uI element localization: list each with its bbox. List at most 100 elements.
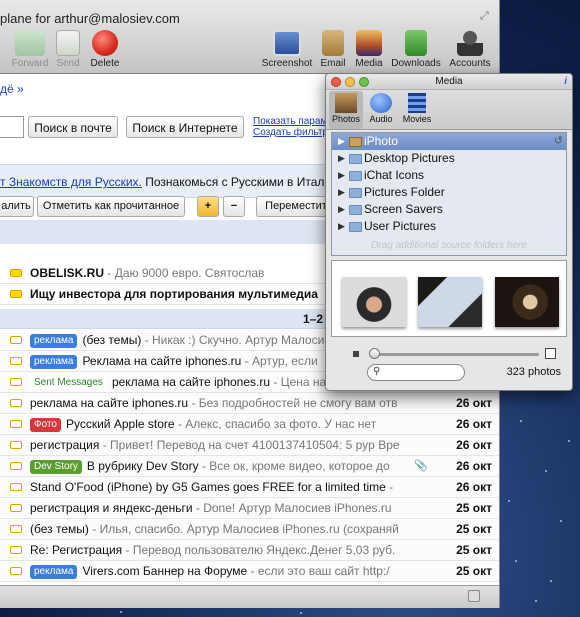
folder-icon	[349, 188, 362, 198]
tag-icon[interactable]	[10, 483, 22, 491]
tag-icon[interactable]	[10, 336, 22, 344]
source-list: ▶ iPhoto ▶ Desktop Pictures ▶ iChat Icons ▶ Pic…	[331, 132, 567, 256]
mark-read-button[interactable]: Отметить как прочитанное	[37, 196, 185, 217]
add-label-button[interactable]: +	[197, 196, 219, 217]
fullscreen-icon[interactable]: ⤢	[480, 10, 492, 22]
show-params-link[interactable]: Показать парам	[253, 116, 327, 127]
email-snippet: - Артур, если	[244, 354, 318, 368]
media-titlebar: Media i	[326, 74, 572, 90]
tag-icon[interactable]	[10, 441, 22, 449]
search-web-button[interactable]: Поиск в Интернете	[126, 116, 244, 138]
tag-icon[interactable]	[10, 290, 22, 298]
tag-icon[interactable]	[10, 525, 22, 533]
email-snippet: - Никак :) Скучно. Артур Малосиев	[144, 333, 338, 347]
remove-label-button[interactable]: −	[223, 196, 245, 217]
tag-icon[interactable]	[10, 269, 22, 277]
accounts-icon	[457, 30, 483, 56]
slider-knob[interactable]	[369, 348, 380, 359]
tag-icon[interactable]	[10, 567, 22, 575]
row-text: Sent Messages реклама на сайте iphones.ru…	[30, 372, 326, 392]
table-row[interactable]: регистрация и яндекс-деньги - Done! Арту…	[0, 498, 499, 519]
source-item[interactable]: ▶ Desktop Pictures	[332, 150, 566, 167]
row-text: Re: Регистрация - Перевод пользователю Я…	[30, 540, 395, 560]
row-text: реклама Реклама на сайте iphones.ru - Арт…	[30, 351, 318, 371]
disclosure-icon[interactable]: ▶	[338, 133, 345, 150]
tag-icon[interactable]	[10, 546, 22, 554]
table-row[interactable]: Фото Русский Apple store - Алекс, спасибо…	[0, 414, 499, 435]
table-row[interactable]: реклама на сайте iphones.ru - Без подроб…	[0, 393, 499, 414]
zoom-icon[interactable]	[359, 77, 369, 87]
tag-icon[interactable]	[10, 462, 22, 470]
label-badge[interactable]: Фото	[30, 418, 61, 432]
email-snippet: - Илья, спасибо. Артур Малосиев iPhones.…	[92, 522, 399, 536]
tag-icon[interactable]	[10, 504, 22, 512]
folder-icon	[349, 154, 362, 164]
email-snippet: - Done! Артур Малосиев iPhones.ru	[195, 501, 392, 515]
label-badge[interactable]: реклама	[30, 355, 78, 369]
photo-thumbnail[interactable]	[418, 277, 482, 327]
tab-photos[interactable]: Photos	[329, 91, 363, 129]
tag-icon[interactable]	[10, 357, 22, 365]
delete-action-button[interactable]: алить	[0, 196, 34, 217]
source-item[interactable]: ▶ iPhoto	[332, 133, 566, 150]
table-row[interactable]: реклама Virers.com Баннер на Форуме - есл…	[0, 561, 499, 582]
email-subject: реклама на сайте iphones.ru	[30, 396, 189, 410]
source-item[interactable]: ▶ User Pictures	[332, 218, 566, 235]
disclosure-icon[interactable]: ▶	[338, 150, 345, 167]
table-row[interactable]: Stand O'Food (iPhone) by G5 Games goes F…	[0, 477, 499, 498]
photo-browser	[331, 260, 567, 337]
table-row[interactable]: (без темы) - Илья, спасибо. Артур Малоси…	[0, 519, 499, 540]
thumbnail-size-slider[interactable]	[331, 342, 567, 364]
large-photo-icon	[545, 348, 556, 359]
accounts-button[interactable]: Accounts	[440, 30, 499, 69]
disclosure-icon[interactable]: ▶	[338, 184, 345, 201]
source-item[interactable]: ▶ Screen Savers	[332, 201, 566, 218]
tag-icon[interactable]	[10, 378, 22, 386]
photo-thumbnail[interactable]	[342, 277, 406, 327]
label-badge[interactable]: реклама	[30, 334, 78, 348]
ad-link[interactable]: т Знакомств для Русских.	[0, 175, 142, 189]
media-search-field[interactable]: ⚲	[367, 364, 465, 381]
search-input[interactable]	[0, 116, 24, 138]
disclosure-icon[interactable]: ▶	[338, 167, 345, 184]
lock-icon	[468, 590, 480, 602]
photo-thumbnail[interactable]	[495, 277, 559, 327]
email-subject: Stand O'Food (iPhone) by G5 Games goes F…	[30, 480, 386, 494]
iphoto-icon	[349, 137, 362, 147]
email-snippet: - Даю 9000 евро. Святослав	[107, 266, 265, 280]
top-link[interactable]: дё »	[0, 82, 24, 96]
source-item[interactable]: ▶ Pictures Folder	[332, 184, 566, 201]
disclosure-icon[interactable]: ▶	[338, 218, 345, 235]
email-date: 26 окт	[450, 435, 492, 455]
source-label: iChat Icons	[364, 168, 425, 182]
tab-movies-label: Movies	[402, 114, 432, 124]
email-date: 25 окт	[450, 540, 492, 560]
downloads-button[interactable]: Downloads	[386, 30, 446, 69]
info-icon[interactable]: i	[564, 74, 567, 90]
tag-icon[interactable]	[10, 399, 22, 407]
create-filter-link[interactable]: Создать фильтр	[253, 127, 328, 138]
tab-audio[interactable]: Audio	[364, 91, 398, 129]
table-row[interactable]: регистрация - Привет! Перевод на счет 41…	[0, 435, 499, 456]
source-label: Desktop Pictures	[364, 151, 455, 165]
table-row[interactable]: Dev Story В рубрику Dev Story - Все ок, к…	[0, 456, 499, 477]
small-photo-icon	[353, 351, 359, 357]
email-subject: регистрация и яндекс-деньги	[30, 501, 193, 515]
tab-movies[interactable]: Movies	[400, 91, 434, 129]
label-badge[interactable]: реклама	[30, 565, 78, 579]
disclosure-icon[interactable]: ▶	[338, 201, 345, 218]
refresh-icon[interactable]: ↺	[554, 134, 563, 147]
slider-track[interactable]	[371, 353, 539, 356]
tag-icon[interactable]	[10, 420, 22, 428]
minimize-icon[interactable]	[345, 77, 355, 87]
pagination-text: 1–2	[303, 312, 324, 326]
row-text: регистрация и яндекс-деньги - Done! Арту…	[30, 498, 392, 518]
close-icon[interactable]	[331, 77, 341, 87]
source-item[interactable]: ▶ iChat Icons	[332, 167, 566, 184]
move-button[interactable]: Переместит	[256, 196, 336, 217]
delete-button[interactable]: Delete	[75, 30, 135, 69]
table-row[interactable]: Re: Регистрация - Перевод пользователю Я…	[0, 540, 499, 561]
search-mail-button[interactable]: Поиск в почте	[28, 116, 118, 138]
label-badge[interactable]: Sent Messages	[30, 376, 107, 390]
label-badge[interactable]: Dev Story	[30, 460, 82, 474]
